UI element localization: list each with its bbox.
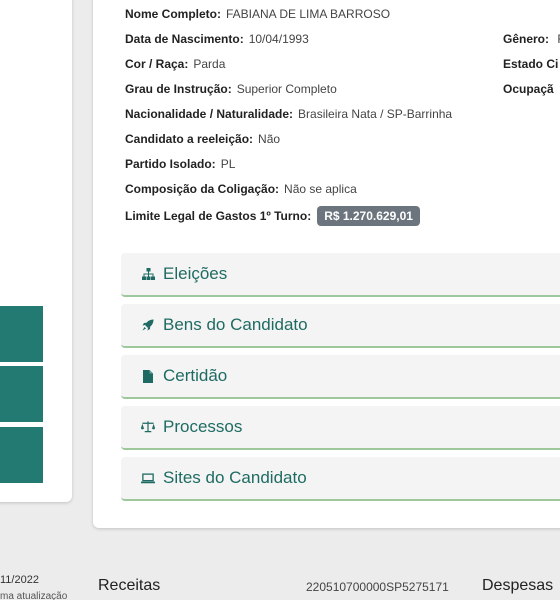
accordion-label: Bens do Candidato bbox=[163, 315, 308, 334]
sitemap-icon bbox=[141, 267, 155, 281]
cor-label: Cor / Raça: bbox=[125, 57, 189, 71]
coligacao-label: Composição da Coligação: bbox=[125, 182, 280, 196]
protocol-number: 220510700000SP5275171 bbox=[306, 580, 449, 594]
accordion-label: Certidão bbox=[163, 366, 228, 385]
coligacao-value: Não se aplica bbox=[284, 182, 357, 196]
nome-value: FABIANA DE LIMA BARROSO bbox=[226, 7, 391, 21]
instrucao-value: Superior Completo bbox=[236, 82, 337, 96]
accordion-label: Sites do Candidato bbox=[163, 468, 307, 487]
info-cor: Cor / Raça: Parda bbox=[125, 57, 225, 71]
info-genero: Gênero: F bbox=[503, 32, 560, 46]
info-coligacao: Composição da Coligação: Não se aplica bbox=[125, 182, 357, 196]
despesas-heading: Despesas bbox=[482, 577, 554, 594]
teal-menu-block-2[interactable] bbox=[0, 366, 43, 422]
ocupacao-label: Ocupaçã bbox=[503, 82, 554, 96]
limite-value-badge: R$ 1.270.629,01 bbox=[317, 206, 420, 226]
accordion-bens[interactable]: Bens do Candidato bbox=[121, 304, 560, 348]
genero-label: Gênero: bbox=[503, 32, 550, 46]
info-nascimento: Data de Nascimento: 10/04/1993 bbox=[125, 32, 309, 46]
balance-scale-icon bbox=[141, 420, 155, 434]
info-reeleicao: Candidato a reeleição: Não bbox=[125, 132, 280, 146]
receitas-heading: Receitas bbox=[98, 577, 161, 594]
info-nome: Nome Completo: FABIANA DE LIMA BARROSO bbox=[125, 7, 390, 21]
nascimento-value: 10/04/1993 bbox=[248, 32, 309, 46]
partido-label: Partido Isolado: bbox=[125, 157, 216, 171]
footer-update-label: ma atualização bbox=[0, 591, 68, 600]
partido-value: PL bbox=[220, 157, 236, 171]
rocket-icon bbox=[141, 318, 155, 332]
laptop-icon bbox=[141, 471, 155, 485]
info-limite: Limite Legal de Gastos 1º Turno: R$ 1.270… bbox=[125, 206, 420, 226]
accordion-certidao[interactable]: Certidão bbox=[121, 355, 560, 399]
teal-menu-block-1[interactable] bbox=[0, 306, 43, 362]
instrucao-label: Grau de Instrução: bbox=[125, 82, 232, 96]
accordion-processos[interactable]: Processos bbox=[121, 406, 560, 450]
accordion-eleicoes[interactable]: Eleições bbox=[121, 253, 560, 297]
estado-civil-label: Estado Ci bbox=[503, 57, 559, 71]
cor-value: Parda bbox=[193, 57, 226, 71]
info-instrucao: Grau de Instrução: Superior Completo bbox=[125, 82, 337, 96]
left-panel bbox=[0, 0, 72, 502]
nacionalidade-label: Nacionalidade / Naturalidade: bbox=[125, 107, 294, 121]
nacionalidade-value: Brasileira Nata / SP-Barrinha bbox=[298, 107, 453, 121]
footer-bar bbox=[0, 560, 560, 600]
accordion-sites[interactable]: Sites do Candidato bbox=[121, 457, 560, 501]
accordion-label: Processos bbox=[163, 417, 243, 436]
file-icon bbox=[141, 369, 155, 383]
nascimento-label: Data de Nascimento: bbox=[125, 32, 244, 46]
limite-label: Limite Legal de Gastos 1º Turno: bbox=[125, 209, 312, 223]
info-nacionalidade: Nacionalidade / Naturalidade: Brasileira … bbox=[125, 107, 452, 121]
info-partido: Partido Isolado: PL bbox=[125, 157, 235, 171]
nome-label: Nome Completo: bbox=[125, 7, 221, 21]
teal-menu-block-3[interactable] bbox=[0, 427, 43, 483]
reeleicao-label: Candidato a reeleição: bbox=[125, 132, 254, 146]
accordion-label: Eleições bbox=[163, 264, 228, 283]
reeleicao-value: Não bbox=[258, 132, 281, 146]
footer-date: 11/2022 bbox=[0, 574, 39, 586]
